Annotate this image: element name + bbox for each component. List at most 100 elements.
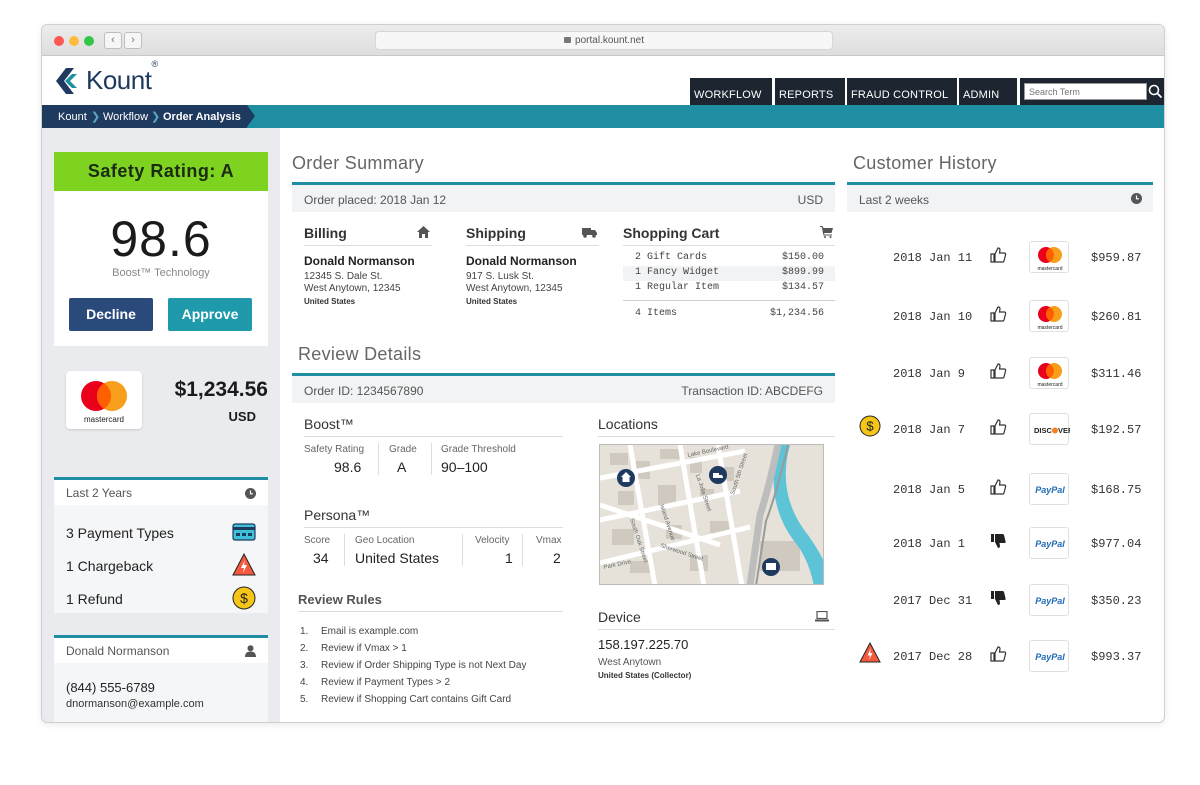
history-date: 2017 Dec 31 bbox=[893, 594, 973, 608]
nav-reports[interactable]: REPORTS bbox=[775, 78, 845, 105]
history-amount: $192.57 bbox=[1091, 423, 1142, 437]
persona-vmax: 2 bbox=[553, 550, 561, 566]
billing-line2: West Anytown, 12345 bbox=[304, 283, 401, 294]
history-summary-list: 3 Payment Types 1 Chargeback 1 Refund $ bbox=[54, 505, 268, 613]
credit-card-icon bbox=[232, 523, 256, 541]
divider bbox=[378, 443, 379, 475]
boost-safety-rating: 98.6 bbox=[334, 459, 362, 475]
history-date: 2017 Dec 28 bbox=[893, 650, 973, 664]
url-text: portal.kount.net bbox=[575, 35, 644, 46]
safety-score: 98.6 bbox=[110, 211, 212, 267]
cart-row: 1 Regular Item $134.57 bbox=[635, 282, 824, 293]
history-row[interactable]: 2017 Dec 31 PayPal $350.23 bbox=[847, 584, 1147, 616]
refund-count: 1 Refund bbox=[66, 591, 123, 607]
kount-logo-icon bbox=[56, 68, 77, 94]
customer-history-list: 2018 Jan 11 mastercard $959.87 2018 Jan 10 m… bbox=[847, 25, 1153, 722]
review-rules-title: Review Rules bbox=[298, 592, 563, 612]
user-icon bbox=[245, 645, 256, 657]
review-rules-list: 1. Email is example.com 2. Review if Vmax … bbox=[300, 626, 570, 711]
history-row[interactable]: 2018 Jan 9 mastercard $311.46 bbox=[847, 357, 1147, 389]
history-row[interactable]: 2018 Jan 1 PayPal $977.04 bbox=[847, 527, 1147, 559]
shipping-line2: West Anytown, 12345 bbox=[466, 283, 563, 294]
review-rule: 4. Review if Payment Types > 2 bbox=[300, 677, 451, 688]
approve-button[interactable]: Approve bbox=[168, 298, 252, 331]
paypal-logo: PayPal bbox=[1029, 473, 1069, 505]
cart-icon bbox=[820, 226, 833, 238]
order-id: Order ID: 1234567890 bbox=[304, 384, 424, 398]
thumbs-up-icon bbox=[989, 246, 1007, 264]
safety-score-card: 98.6 Boost™ Technology Decline Approve bbox=[54, 191, 268, 346]
paypal-logo: PayPal bbox=[1029, 527, 1069, 559]
persona-label-geo-location: Geo Location bbox=[355, 535, 415, 546]
breadcrumb-workflow[interactable]: Workflow bbox=[103, 111, 148, 123]
breadcrumb: Kount ❯ Workflow ❯ Order Analysis bbox=[42, 105, 255, 128]
forward-button[interactable]: › bbox=[124, 32, 142, 49]
thumbs-up-icon bbox=[989, 645, 1007, 663]
transaction-id: Transaction ID: ABCDEFG bbox=[681, 384, 823, 398]
warning-bolt-icon bbox=[232, 553, 256, 576]
decline-button[interactable]: Decline bbox=[69, 298, 153, 331]
svg-text:mastercard: mastercard bbox=[84, 415, 124, 424]
thumbs-up-icon bbox=[989, 305, 1007, 323]
payment-currency: USD bbox=[228, 409, 256, 424]
breadcrumb-kount[interactable]: Kount bbox=[58, 111, 87, 123]
close-window-button[interactable] bbox=[54, 36, 64, 46]
boost-label-grade-threshold: Grade Threshold bbox=[441, 444, 516, 455]
persona-label-velocity: Velocity bbox=[475, 535, 510, 546]
maximize-window-button[interactable] bbox=[84, 36, 94, 46]
history-row[interactable]: 2018 Jan 10 mastercard $260.81 bbox=[847, 300, 1147, 332]
boost-label-safety-rating: Safety Rating bbox=[304, 444, 365, 455]
address-bar[interactable]: portal.kount.net bbox=[375, 31, 833, 50]
nav-workflow[interactable]: WORKFLOW bbox=[690, 78, 772, 105]
logo-text: Kount® bbox=[86, 59, 158, 95]
thumbs-up-icon bbox=[989, 362, 1007, 380]
history-amount: $260.81 bbox=[1091, 310, 1142, 324]
customer-email[interactable]: dnormanson@example.com bbox=[66, 698, 204, 710]
home-icon bbox=[417, 226, 430, 238]
persona-label-score: Score bbox=[304, 535, 331, 546]
thumbs-up-icon bbox=[989, 418, 1007, 436]
history-amount: $311.46 bbox=[1091, 367, 1142, 381]
shopping-cart-title: Shopping Cart bbox=[623, 225, 835, 246]
mastercard-logo: mastercard bbox=[66, 371, 142, 429]
paypal-logo: PayPal bbox=[1029, 584, 1069, 616]
discover-logo: DISC VER bbox=[1029, 413, 1074, 445]
shipping-line1: 917 S. Lusk St. bbox=[466, 271, 534, 282]
payment-amount: $1,234.56 bbox=[174, 378, 268, 401]
chargeback-warning-icon bbox=[859, 641, 881, 664]
billing-name: Donald Normanson bbox=[304, 254, 415, 268]
location-map[interactable]: Lake Boulevard Island Avenue La Jolla St… bbox=[599, 444, 824, 585]
customer-name: Donald Normanson bbox=[66, 644, 170, 658]
refund-coin-icon: $ bbox=[859, 415, 881, 437]
history-row[interactable]: 2018 Jan 11 mastercard $959.87 bbox=[847, 241, 1147, 273]
truck-icon bbox=[582, 228, 597, 238]
svg-text:DISC: DISC bbox=[1034, 426, 1053, 435]
dollar-coin-icon: $ bbox=[232, 586, 256, 610]
cart-rows: 2 Gift Cards $150.00 1 Fancy Widget $899.9… bbox=[623, 251, 835, 301]
thumbs-up-icon bbox=[989, 478, 1007, 496]
minimize-window-button[interactable] bbox=[69, 36, 79, 46]
persona-title: Persona™ bbox=[304, 507, 563, 528]
left-panel: Safety Rating: A 98.6 Boost™ Technology … bbox=[42, 128, 280, 722]
persona-velocity: 1 bbox=[505, 550, 513, 566]
history-row[interactable]: 2017 Dec 28 PayPal $993.37 bbox=[847, 640, 1147, 672]
history-period: Last 2 Years bbox=[66, 486, 133, 500]
history-amount: $168.75 bbox=[1091, 483, 1142, 497]
history-date: 2018 Jan 7 bbox=[893, 423, 966, 437]
history-date: 2018 Jan 10 bbox=[893, 310, 973, 324]
persona-geo-location: United States bbox=[355, 550, 440, 566]
cart-total-row: 4 Items $1,234.56 bbox=[635, 308, 824, 319]
history-row[interactable]: $2018 Jan 7 DISC VER $192.57 bbox=[847, 413, 1147, 445]
svg-text:PayPal: PayPal bbox=[1035, 539, 1065, 549]
boost-grade: A bbox=[397, 459, 407, 475]
history-row[interactable]: 2018 Jan 5 PayPal $168.75 bbox=[847, 473, 1147, 505]
history-summary-header: Last 2 Years bbox=[54, 477, 268, 505]
order-currency: USD bbox=[797, 193, 823, 207]
back-button[interactable]: ‹ bbox=[104, 32, 122, 49]
svg-text:VER: VER bbox=[1058, 426, 1070, 435]
shipping-country: United States bbox=[466, 297, 518, 306]
boost-grade-threshold: 90–100 bbox=[441, 459, 488, 475]
mastercard-logo: mastercard bbox=[1029, 300, 1069, 332]
kount-logo[interactable]: Kount® bbox=[54, 59, 158, 96]
review-rule: 1. Email is example.com bbox=[300, 626, 419, 637]
